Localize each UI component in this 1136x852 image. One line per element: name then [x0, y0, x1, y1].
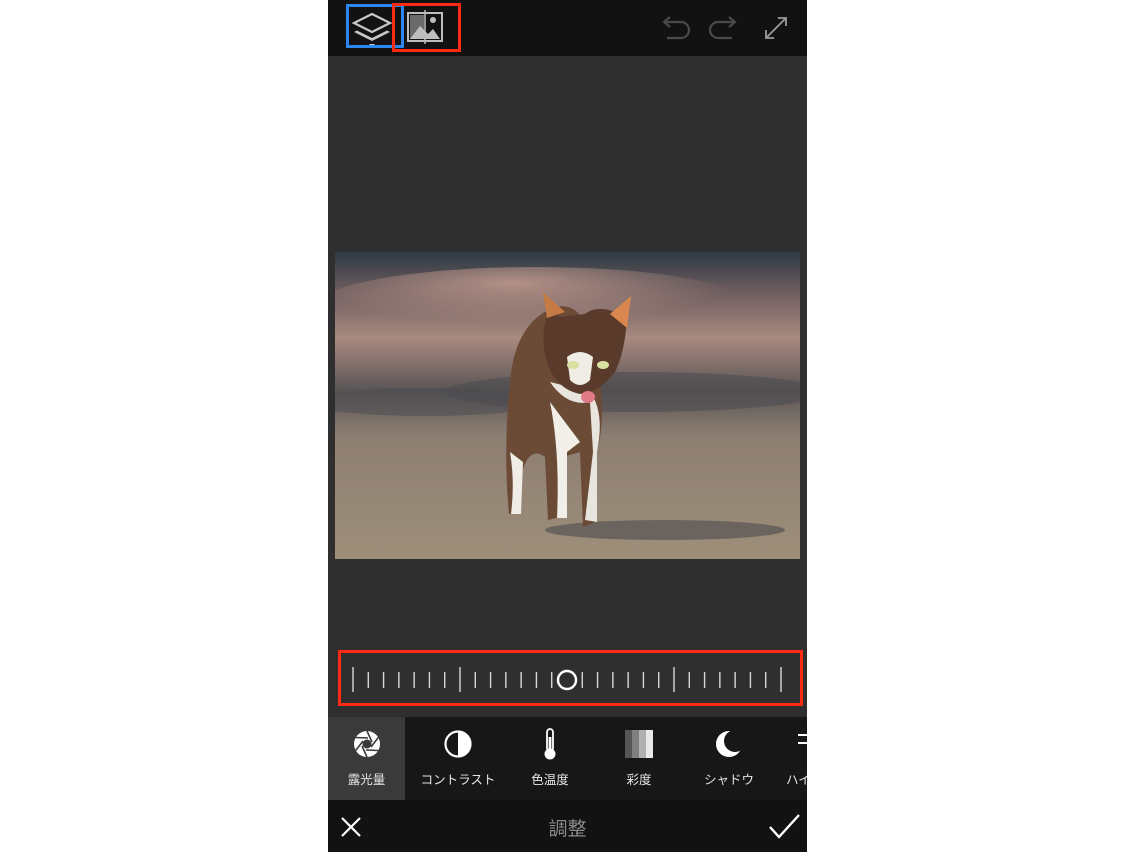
editor-screen: 露光量 コントラスト 色温度 彩度 シャドウ ハイ 調整 — [328, 0, 807, 852]
highlight-icon — [798, 734, 807, 744]
tool-label-contrast: コントラスト — [420, 772, 496, 787]
panel-title: 調整 — [548, 818, 587, 840]
confirm-button[interactable] — [766, 810, 802, 844]
tool-saturation[interactable]: 彩度 — [596, 717, 682, 800]
cat-photo — [335, 252, 800, 559]
exposure-slider[interactable] — [328, 650, 807, 706]
compare-highlight — [392, 3, 461, 52]
tool-contrast[interactable]: コントラスト — [408, 717, 508, 800]
tool-highlight[interactable]: ハイ — [780, 717, 807, 800]
moon-icon — [716, 730, 744, 757]
tool-label-color-temperature: 色温度 — [531, 772, 569, 787]
undo-icon — [662, 16, 691, 40]
tool-color-temperature[interactable]: 色温度 — [508, 717, 592, 800]
photo-canvas[interactable] — [335, 252, 800, 559]
adjust-tools-bar: 露光量 コントラスト 色温度 彩度 シャドウ ハイ — [328, 717, 807, 800]
saturation-icon — [625, 730, 653, 758]
slider-highlight — [338, 650, 803, 706]
fullscreen-button[interactable] — [760, 12, 792, 44]
tool-label-highlight: ハイ — [786, 772, 807, 787]
check-icon — [769, 814, 800, 839]
contrast-icon — [444, 730, 472, 758]
tool-label-shadow: シャドウ — [703, 772, 754, 787]
tool-label-exposure: 露光量 — [347, 772, 386, 787]
tool-label-saturation: 彩度 — [626, 772, 652, 787]
bottom-bar: 調整 — [328, 800, 807, 852]
redo-button[interactable] — [706, 12, 742, 44]
aperture-icon — [353, 730, 380, 758]
top-toolbar — [328, 0, 807, 56]
undo-button[interactable] — [657, 12, 693, 44]
fullscreen-icon — [765, 17, 787, 39]
thermometer-icon — [544, 728, 556, 760]
tool-shadow[interactable]: シャドウ — [686, 717, 772, 800]
tool-exposure[interactable]: 露光量 — [328, 717, 405, 800]
redo-icon — [708, 16, 737, 40]
